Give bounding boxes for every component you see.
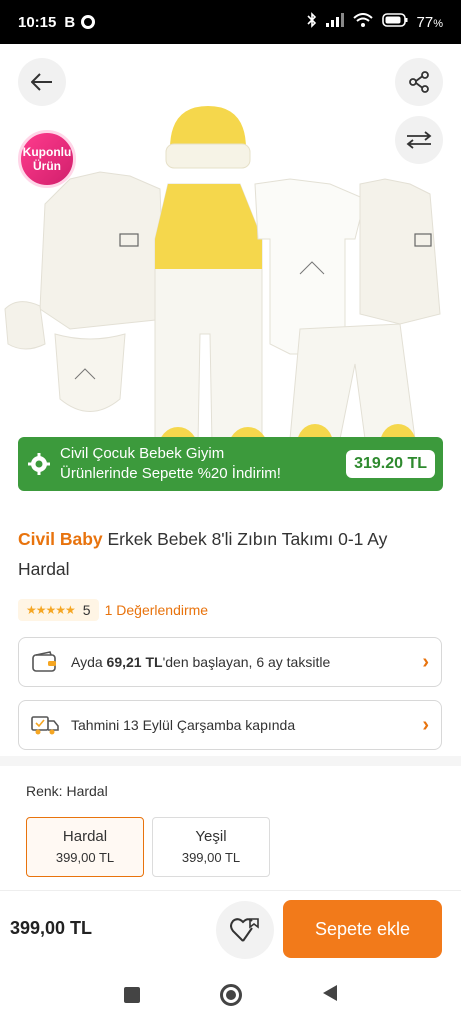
discount-gear-icon: [28, 453, 50, 475]
delivery-text: Tahmini 13 Eylül Çarşamba kapında: [71, 717, 296, 733]
swap-arrows-icon: [406, 131, 432, 149]
status-bar: 10:15 B 77%: [0, 0, 461, 44]
rating-row[interactable]: ★★★★★ 5 1 Değerlendirme: [18, 598, 208, 622]
wallet-icon: [31, 650, 59, 674]
variant-price: 399,00 TL: [55, 850, 115, 865]
promo-text: Civil Çocuk Bebek Giyim Ürünlerinde Sepe…: [60, 444, 346, 484]
star-rating-icon: ★★★★★: [26, 603, 76, 617]
bluetooth-icon: [306, 12, 317, 32]
coupon-badge: Kuponlu Ürün: [18, 130, 76, 188]
variant-name: Yeşil: [195, 828, 227, 845]
back-button[interactable]: [18, 58, 66, 106]
variant-name: Hardal: [62, 828, 108, 845]
brand-link[interactable]: Civil Baby: [18, 529, 103, 549]
baby-clothing-set-illustration: [4, 106, 441, 471]
promo-text-line2: Ürünlerinde Sepette %20 İndirim!: [60, 465, 281, 482]
status-time: 10:15: [18, 13, 57, 31]
installment-prefix: Ayda: [71, 654, 107, 670]
coupon-badge-line1: Kuponlu: [22, 145, 72, 159]
triangle-back-icon: [322, 984, 337, 1001]
promo-price: 319.20 TL: [346, 450, 435, 478]
installment-text: Ayda 69,21 TL'den başlayan, 6 ay taksitl…: [71, 654, 330, 670]
installment-amount: 69,21 TL: [106, 654, 163, 670]
total-price: 399,00 TL: [10, 918, 93, 938]
installment-card[interactable]: Ayda 69,21 TL'den başlayan, 6 ay taksitl…: [18, 637, 442, 687]
app-notification-badge: B: [64, 13, 76, 31]
color-label: Renk: Hardal: [26, 783, 108, 799]
bottom-action-bar: 399,00 TL Sepete ekle: [0, 890, 461, 966]
variant-price: 399,00 TL: [181, 850, 241, 865]
delivery-card[interactable]: Tahmini 13 Eylül Çarşamba kapında ›: [18, 700, 442, 750]
recents-button[interactable]: [123, 987, 140, 1003]
reviews-link[interactable]: 1 Değerlendirme: [105, 602, 209, 618]
installment-suffix: 'den başlayan, 6 ay taksitle: [162, 654, 331, 670]
share-icon: [409, 71, 429, 93]
home-button[interactable]: [219, 984, 242, 1006]
favorite-button[interactable]: [216, 901, 274, 959]
arrow-left-icon: [31, 73, 52, 91]
variant-option-hardal[interactable]: Hardal 399,00 TL: [26, 817, 144, 877]
battery-percent: 77: [416, 13, 434, 31]
heart-icon: [230, 918, 259, 942]
delivery-truck-icon: [31, 713, 59, 737]
add-to-cart-button[interactable]: Sepete ekle: [283, 900, 442, 958]
product-title: Civil Baby Erkek Bebek 8'li Zıbın Takımı…: [18, 524, 443, 584]
rating-pill: ★★★★★ 5: [18, 599, 99, 621]
signal-icon: [325, 13, 344, 31]
promo-text-line1: Civil Çocuk Bebek Giyim: [60, 445, 225, 462]
wifi-icon: [352, 13, 373, 31]
chevron-right-icon: ›: [422, 650, 429, 673]
back-nav-button[interactable]: [322, 984, 338, 1007]
home-dot-icon: [225, 990, 236, 1000]
coupon-badge-line2: Ürün: [33, 159, 61, 173]
promo-banner[interactable]: Civil Çocuk Bebek Giyim Ürünlerinde Sepe…: [18, 437, 443, 491]
variant-option-yesil[interactable]: Yeşil 399,00 TL: [152, 817, 270, 877]
compare-button[interactable]: [395, 116, 443, 164]
rating-score: 5: [82, 602, 91, 618]
record-icon: [81, 15, 96, 29]
system-nav-bar: [0, 966, 461, 1024]
share-button[interactable]: [395, 58, 443, 106]
product-image[interactable]: Kuponlu Ürün: [0, 44, 461, 504]
section-divider: [0, 756, 461, 766]
chevron-right-icon: ›: [422, 713, 429, 736]
battery-icon: [381, 13, 408, 31]
